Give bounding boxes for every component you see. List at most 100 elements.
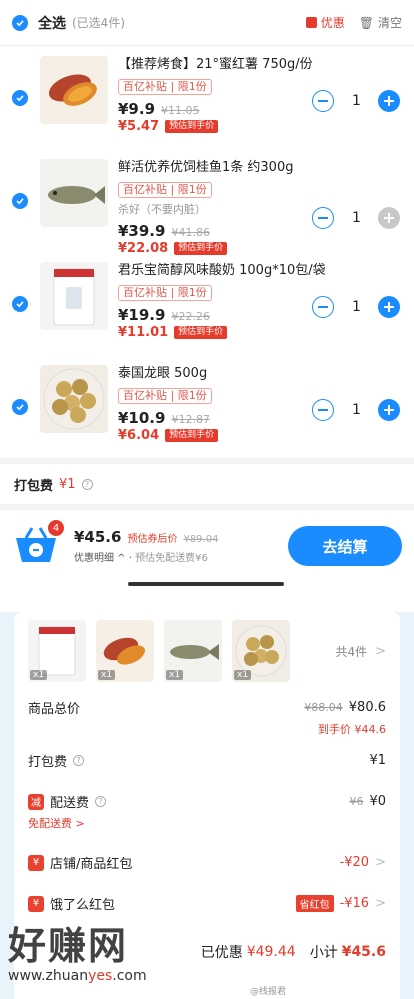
discount-detail-link[interactable]: 优惠明细 ^ xyxy=(74,553,126,564)
product-image-fish[interactable] xyxy=(40,159,108,227)
watermark-url-a: www.zhuan xyxy=(8,968,89,984)
decrease-button[interactable] xyxy=(312,207,334,229)
quantity-stepper: 1 xyxy=(312,399,400,421)
quantity-value: 1 xyxy=(352,210,361,226)
item-price: ¥10.9 xyxy=(118,409,166,427)
item-title[interactable]: 【推荐烤食】21°蜜红薯 750g/份 xyxy=(118,56,402,74)
thumb-yogurt[interactable]: x1 xyxy=(28,620,86,682)
free-delivery-note: 预估免配送费¥6 xyxy=(135,553,208,564)
item-title[interactable]: 鲜活优养优饲桂鱼1条 约300g xyxy=(118,159,402,177)
item-checkbox[interactable] xyxy=(12,296,28,312)
shipping-orig: ¥6 xyxy=(349,795,364,808)
help-icon[interactable]: ? xyxy=(81,478,93,490)
sheet-handle[interactable] xyxy=(128,582,284,586)
goods-total-row: 商品总价 ¥88.04 ¥80.6 xyxy=(28,698,386,717)
item-title[interactable]: 泰国龙眼 500g xyxy=(118,365,402,383)
thumb-qty: x1 xyxy=(30,670,48,680)
weibo-watermark: @线报君 xyxy=(250,987,287,997)
clear-label: 清空 xyxy=(377,16,402,30)
subsidy-tag: 百亿补贴 | 限1份 xyxy=(118,79,212,95)
subsidy-tag: 百亿补贴 | 限1份 xyxy=(118,388,212,404)
item-count-link[interactable]: 共4件 > xyxy=(335,643,386,660)
plus-icon-v xyxy=(388,302,390,312)
item-price: ¥39.9 xyxy=(118,222,166,240)
item-title[interactable]: 君乐宝简醇风味酸奶 100g*10包/袋 xyxy=(118,262,402,280)
selected-count: (已选4件) xyxy=(72,16,125,30)
rmb-icon: ¥ xyxy=(28,895,44,912)
watermark-url-c: .com xyxy=(112,968,147,984)
shop-coupon-value: -¥20 xyxy=(339,855,370,870)
clear-button[interactable]: 🗑 清空 xyxy=(359,14,402,31)
minus-icon xyxy=(318,409,328,411)
item-orig-price: ¥22.26 xyxy=(171,310,210,323)
cart-button[interactable]: 4 xyxy=(12,520,64,568)
item-orig-price: ¥12.87 xyxy=(171,413,210,426)
cart-item: 【推荐烤食】21°蜜红薯 750g/份 百亿补贴 | 限1份 ¥9.9 ¥11.0… xyxy=(0,46,414,149)
saved-label: 已优惠 xyxy=(200,945,243,961)
goods-orig-price: ¥88.04 xyxy=(304,701,343,714)
chevron-right-icon: > xyxy=(375,855,386,870)
pack-fee-row: 打包费 ? ¥1 xyxy=(28,751,386,770)
item-checkbox[interactable] xyxy=(12,193,28,209)
product-image-longan[interactable] xyxy=(40,365,108,433)
promo-button[interactable]: 优惠 xyxy=(305,14,345,31)
product-thumbnails: x1 x1 x1 x1 共4件 > xyxy=(28,612,386,690)
total-orig-price: ¥89.04 xyxy=(183,534,219,545)
subtotal-amount: ¥45.6 xyxy=(341,944,386,960)
eleme-coupon-value: -¥16 xyxy=(339,896,370,911)
thumb-longan[interactable]: x1 xyxy=(232,620,290,682)
cart-item: 君乐宝简醇风味酸奶 100g*10包/袋 百亿补贴 | 限1份 ¥19.9 ¥22… xyxy=(0,252,414,355)
increase-button-disabled[interactable] xyxy=(378,207,400,229)
product-image-yogurt[interactable] xyxy=(40,262,108,330)
thumb-fish[interactable]: x1 xyxy=(164,620,222,682)
watermark-logo: 好赚网 xyxy=(8,924,129,968)
increase-button[interactable] xyxy=(378,399,400,421)
free-shipping-link[interactable]: 免配送费 > xyxy=(28,815,386,831)
increase-button[interactable] xyxy=(378,296,400,318)
quantity-value: 1 xyxy=(352,93,361,109)
packaging-fee-value: ¥1 xyxy=(59,476,76,492)
final-price-badge: 预估到手价 xyxy=(165,429,219,442)
select-all-checkbox[interactable] xyxy=(12,14,28,31)
quantity-stepper: 1 xyxy=(312,90,400,112)
item-checkbox[interactable] xyxy=(12,90,28,106)
promo-label: 优惠 xyxy=(320,16,345,30)
item-price: ¥9.9 xyxy=(118,100,156,118)
help-icon[interactable]: ? xyxy=(95,796,107,807)
minus-icon xyxy=(318,306,328,308)
check-icon xyxy=(16,404,24,411)
goods-final-row: 到手价 ¥44.6 xyxy=(28,721,386,737)
decrease-button[interactable] xyxy=(312,399,334,421)
shop-coupon-row[interactable]: ¥ 店铺/商品红包 -¥20 > xyxy=(28,853,386,872)
item-checkbox[interactable] xyxy=(12,399,28,415)
checkout-button[interactable]: 去结算 xyxy=(288,526,402,566)
product-image-sweet-potato[interactable] xyxy=(40,56,108,124)
eleme-coupon-row[interactable]: ¥ 饿了么红包 省红包 -¥16 > xyxy=(28,894,386,913)
item-final-price: ¥6.04 xyxy=(118,428,160,443)
quantity-value: 1 xyxy=(352,402,361,418)
final-price-badge: 预估到手价 xyxy=(165,120,219,133)
cart-header: 全选 (已选4件) 优惠 🗑 清空 xyxy=(0,0,414,46)
subsidy-tag: 百亿补贴 | 限1份 xyxy=(118,285,212,301)
goods-final-price: 到手价 ¥44.6 xyxy=(318,723,386,736)
check-icon xyxy=(16,198,24,205)
shipping-fee-row: 减 配送费 ? ¥6 ¥0 xyxy=(28,792,386,811)
item-orig-price: ¥41.86 xyxy=(171,226,210,239)
decrease-button[interactable] xyxy=(312,296,334,318)
select-all-label[interactable]: 全选 xyxy=(38,13,66,33)
trash-icon: 🗑 xyxy=(358,15,374,30)
watermark-url-b: yes xyxy=(88,968,113,984)
decrease-button[interactable] xyxy=(312,90,334,112)
eleme-coupon-label: 饿了么红包 xyxy=(50,898,116,913)
goods-total-label: 商品总价 xyxy=(28,702,81,717)
shipping-fee-label: 配送费 xyxy=(50,796,90,811)
increase-button[interactable] xyxy=(378,90,400,112)
thumb-qty: x1 xyxy=(166,670,184,680)
after-coupon-label: 预估券后价 xyxy=(127,534,178,545)
help-icon[interactable]: ? xyxy=(73,755,85,766)
thumb-sweet-potato[interactable]: x1 xyxy=(96,620,154,682)
plus-icon-v xyxy=(388,405,390,415)
check-icon xyxy=(16,95,24,102)
cart-item: 泰国龙眼 500g 百亿补贴 | 限1份 ¥10.9 ¥12.87 ¥6.04 预估… xyxy=(0,355,414,458)
promo-icon xyxy=(305,17,317,28)
